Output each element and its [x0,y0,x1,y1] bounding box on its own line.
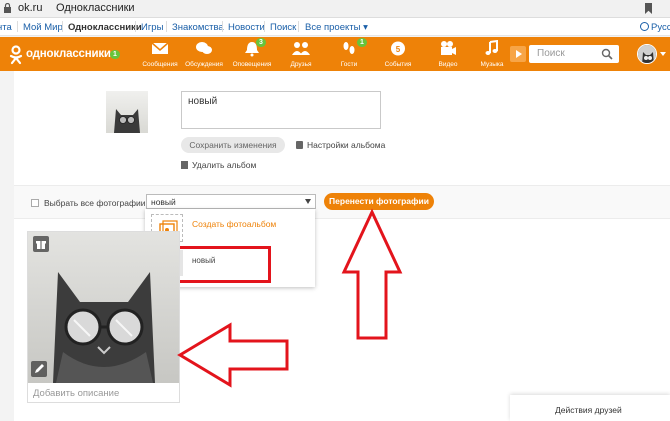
cat-image [114,109,140,133]
nav-friends[interactable]: Друзья [276,40,326,68]
browser-page-title: Одноклассники [56,2,135,14]
search-input[interactable]: Поиск [529,45,619,63]
select-all-label: Выбрать все фотографии [44,198,146,208]
notification-badge: 1 [110,50,120,59]
video-camera-icon [441,41,456,55]
nav-label: Сообщения [142,61,178,68]
album-select-value: новый [151,197,176,207]
portal-nav-item[interactable]: Игры [141,22,163,33]
bookmark-icon[interactable] [645,3,652,14]
search-icon[interactable] [601,48,613,60]
nav-label: Видео [438,61,458,68]
notification-badge: 1 [357,38,367,47]
create-album-option[interactable]: Создать фотоальбом [192,219,276,229]
delete-album-label: Удалить альбом [192,160,257,170]
portal-nav-item[interactable]: нта [0,22,12,33]
logo-text: одноклассники [26,48,111,60]
search-placeholder: Поиск [537,48,565,59]
notification-badge: 3 [256,38,266,47]
browser-address-bar: ok.ru Одноклассники [0,0,670,18]
nav-discussions[interactable]: Обсуждения [179,40,229,68]
trash-icon [181,161,188,169]
friends-activity-label: Действия друзей [555,405,622,415]
chevron-down-icon[interactable] [660,52,666,56]
photo-description-field[interactable]: Добавить описание [33,388,119,399]
select-all-checkbox[interactable]: Выбрать все фотографии [31,198,145,208]
portal-nav-item[interactable]: Поиск [270,22,296,33]
globe-icon [640,22,649,31]
nav-label: Музыка [480,61,504,68]
friends-activity-panel[interactable]: Действия друзей [510,395,670,421]
checkbox[interactable] [31,199,39,207]
separator [17,21,18,32]
separator [298,21,299,32]
nav-label: Обсуждения [185,61,223,68]
avatar[interactable] [637,44,657,64]
ok-logo-icon [9,45,23,65]
save-changes-button[interactable]: Сохранить изменения [181,137,285,153]
left-gutter [0,71,14,421]
move-photos-button[interactable]: Перенести фотографии [324,193,434,210]
svg-text:5: 5 [396,45,401,54]
pencil-icon[interactable] [31,361,47,377]
footprints-icon [343,42,355,54]
chat-bubbles-icon [196,42,212,54]
delete-album-link[interactable]: Удалить альбом [181,160,256,170]
gift-icon[interactable] [33,236,49,252]
portal-nav-item[interactable]: Знакомства [172,22,224,33]
separator [264,21,265,32]
lock-icon [296,141,303,149]
cat-avatar-icon [638,45,656,63]
browser-url[interactable]: ok.ru [18,2,42,14]
nav-guests[interactable]: 1 Гости [324,38,374,68]
separator [135,21,136,32]
portal-nav-item[interactable]: Мой Мир [23,22,63,33]
chevron-down-icon [305,199,311,204]
nav-label: Оповещения [232,61,272,68]
nav-label: Гости [340,61,358,68]
nav-messages[interactable]: Сообщения [135,40,185,68]
play-icon[interactable] [510,46,526,62]
separator [222,21,223,32]
events-icon: 5 [391,41,405,56]
cat-with-glasses-image [53,272,155,383]
envelope-icon [151,42,169,54]
album-select-dropdown[interactable]: новый [146,194,316,209]
nav-label: События [384,61,412,68]
portal-nav: нта Мой Мир Одноклассники Игры Знакомств… [0,18,670,36]
portal-nav-item[interactable]: Новости [228,22,265,33]
language-switch[interactable]: Русс [651,22,670,33]
nav-events[interactable]: 5 События [373,40,423,68]
music-note-icon [485,40,498,55]
main-toolbar: одноклассники 1 Сообщения Обсуждения 3 О… [0,37,670,71]
album-settings-label: Настройки альбома [307,140,386,150]
portal-nav-item[interactable]: Все проекты ▾ [305,22,368,33]
nav-video[interactable]: Видео [423,40,473,68]
portal-nav-item-active[interactable]: Одноклассники [68,22,142,33]
friends-icon [292,42,310,55]
separator [62,21,63,32]
nav-notifications[interactable]: 3 Оповещения [227,38,277,68]
nav-label: Друзья [290,61,312,68]
separator [166,21,167,32]
album-name-field[interactable]: новый [181,91,381,129]
album-cover-thumbnail [106,91,148,133]
lock-icon [4,3,11,13]
photo-image[interactable] [28,232,179,383]
album-settings-link[interactable]: Настройки альбома [296,140,385,150]
